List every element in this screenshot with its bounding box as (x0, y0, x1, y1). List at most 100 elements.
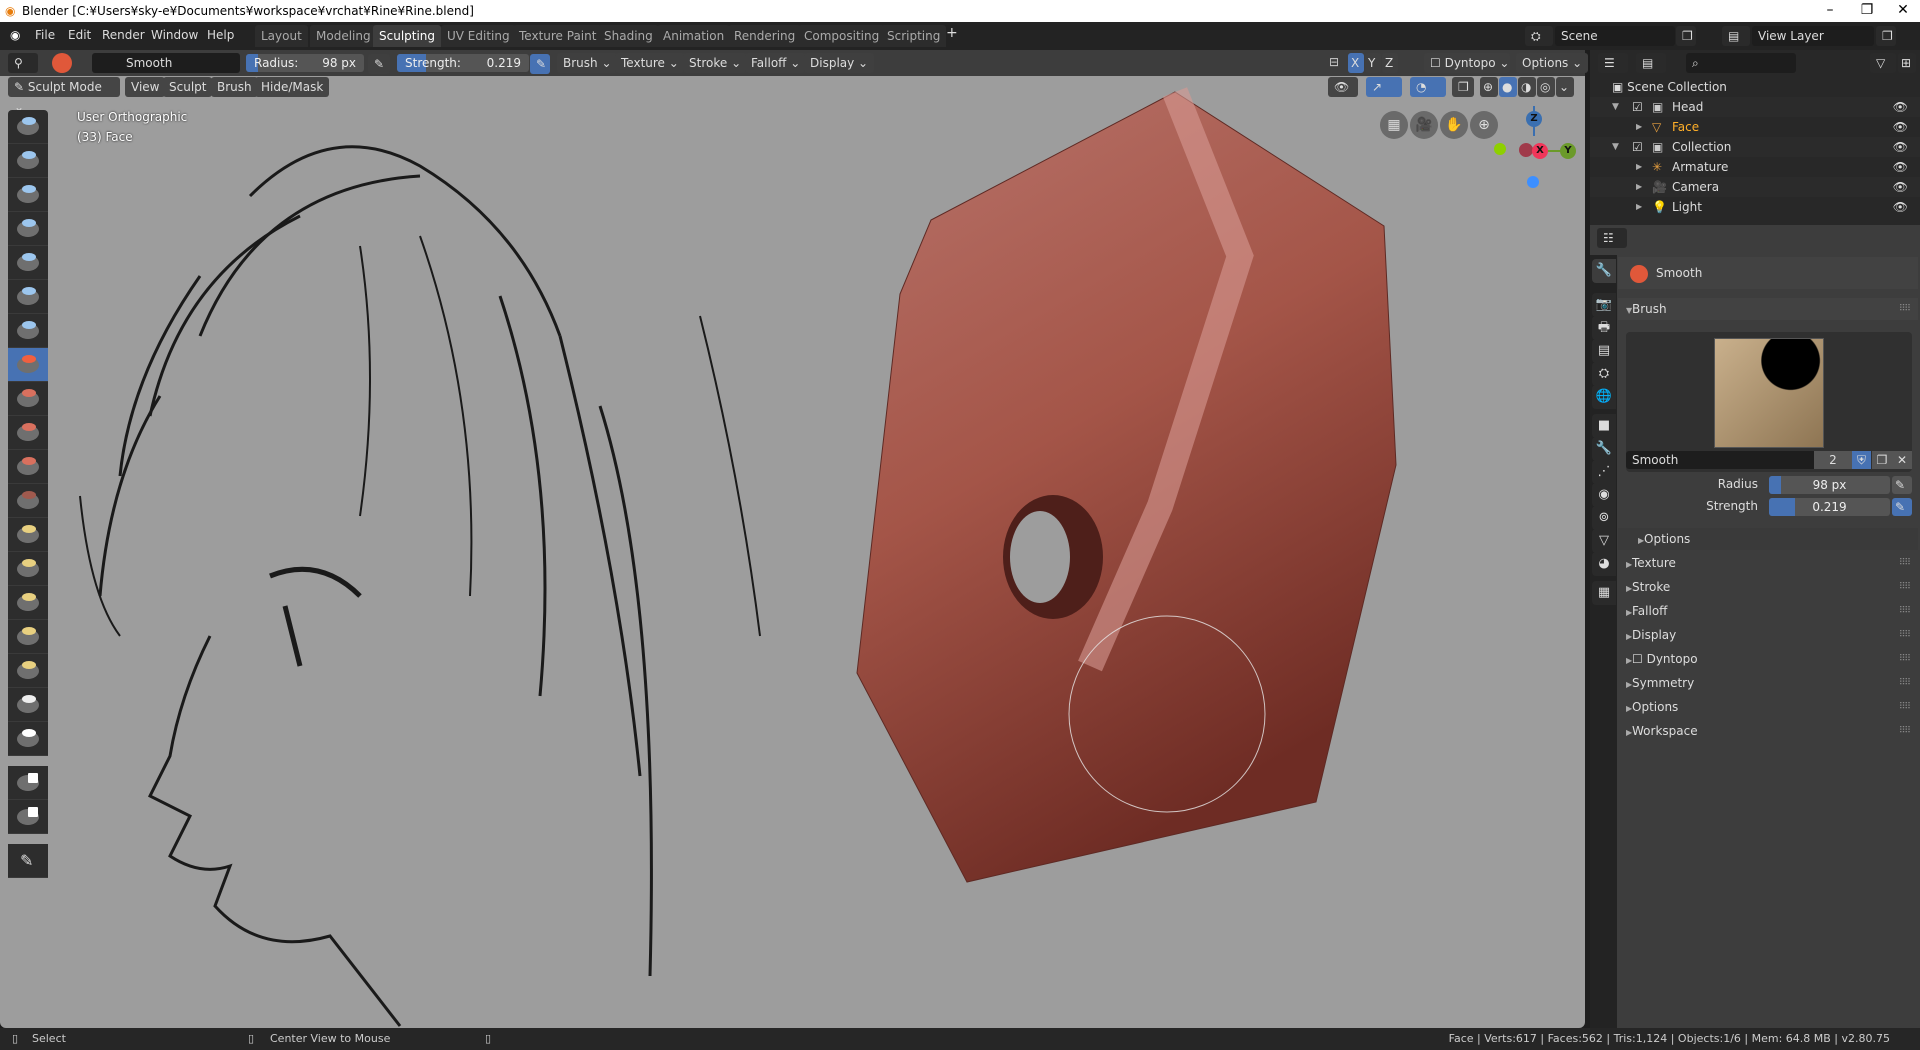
add-workspace-button[interactable]: + (946, 25, 958, 41)
strength-pressure-icon[interactable]: ✎ (1892, 498, 1912, 516)
sculpt-tool-button[interactable] (8, 110, 48, 144)
sculpt-tool-button[interactable] (8, 552, 48, 586)
eye-icon[interactable]: 👁 (1893, 177, 1908, 197)
world-icon[interactable]: 🌐 (1592, 385, 1616, 409)
box-mask-tool-button[interactable] (8, 800, 48, 834)
sculpt-tool-button[interactable] (8, 688, 48, 722)
tab-rendering[interactable]: Rendering (728, 25, 802, 47)
minimize-button[interactable]: – (1815, 2, 1845, 18)
eye-icon[interactable]: 👁 (1893, 197, 1908, 217)
radius-pressure-icon[interactable]: ✎ (1892, 476, 1912, 494)
sculpt-tool-button[interactable] (8, 280, 48, 314)
expand-arrow-icon[interactable]: ▼ (1612, 137, 1619, 157)
brush-name-field[interactable]: Smooth (92, 53, 240, 73)
display-menu[interactable]: Display ⌄ (804, 53, 875, 73)
solid-shading-icon[interactable]: ● (1499, 77, 1517, 97)
sculpt-tool-button[interactable] (8, 484, 48, 518)
panel-workspace[interactable]: ▶Workspace ⠿⠿ (1618, 720, 1918, 742)
dyntopo-checkbox[interactable]: ☐ (1632, 652, 1647, 666)
texture-icon[interactable]: ▦ (1592, 581, 1616, 605)
sculpt-tool-button[interactable] (8, 586, 48, 620)
panel-texture[interactable]: ▶Texture ⠿⠿ (1618, 552, 1918, 574)
menu-window[interactable]: Window (151, 28, 198, 42)
new-view-layer-button[interactable]: ❐ (1876, 26, 1896, 46)
symmetry-x-toggle[interactable]: X (1348, 53, 1364, 73)
outliner-item-armature[interactable]: ▶ ✳ Armature 👁 (1590, 157, 1920, 177)
drag-grip-icon[interactable]: ⠿⠿ (1899, 672, 1911, 694)
menu-render[interactable]: Render (102, 28, 145, 42)
visibility-icon[interactable]: 👁 (1328, 77, 1358, 97)
render-icon[interactable]: 📷 (1592, 293, 1616, 317)
tab-shading[interactable]: Shading (598, 25, 659, 47)
panel-symmetry[interactable]: ▶Symmetry ⠿⠿ (1618, 672, 1918, 694)
menu-brush[interactable]: Brush (211, 77, 258, 97)
overlay-toggle-icon[interactable]: ◔ (1410, 77, 1446, 97)
strength-slider[interactable]: Strength: 0.219 (397, 54, 529, 72)
material-icon[interactable]: ◕ (1592, 552, 1616, 576)
tool-settings-icon[interactable]: ⚲ (8, 53, 38, 73)
brush-thumbnail[interactable] (1714, 338, 1824, 448)
new-scene-button[interactable]: ❐ (1676, 26, 1696, 46)
expand-arrow-icon[interactable]: ▶ (1636, 197, 1642, 217)
zoom-icon[interactable]: ⊕ (1470, 111, 1498, 139)
tab-modeling[interactable]: Modeling (310, 25, 377, 47)
maximize-button[interactable]: ❐ (1852, 2, 1882, 18)
panel-options[interactable]: ▶Options ⠿⠿ (1618, 696, 1918, 718)
stroke-menu[interactable]: Stroke ⌄ (683, 53, 748, 73)
sculpt-tool-button[interactable] (8, 620, 48, 654)
particles-icon[interactable]: ⋰ (1592, 460, 1616, 484)
blender-menu-icon[interactable]: ◉ (10, 28, 20, 42)
brush-panel-header[interactable]: ▼Brush ⠿⠿ (1618, 298, 1918, 320)
menu-hide-mask[interactable]: Hide/Mask (255, 77, 330, 97)
outliner-search-input[interactable]: ⌕ (1686, 53, 1796, 73)
options-subpanel[interactable]: ▶Options (1618, 528, 1918, 550)
drag-grip-icon[interactable]: ⠿⠿ (1899, 552, 1911, 574)
camera-view-icon[interactable]: 🎥 (1410, 111, 1438, 139)
constraints-icon[interactable]: ⊚ (1592, 506, 1616, 530)
sculpt-tool-button[interactable] (8, 416, 48, 450)
tab-animation[interactable]: Animation (657, 25, 731, 47)
gizmo-neg-y-axis[interactable] (1494, 143, 1506, 155)
sculpt-tool-button[interactable] (8, 178, 48, 212)
sculpt-tool-button[interactable] (8, 654, 48, 688)
sculpt-tool-button[interactable] (8, 722, 48, 756)
physics-icon[interactable]: ◉ (1592, 483, 1616, 507)
eye-icon[interactable]: 👁 (1893, 117, 1908, 137)
sculpt-tool-button[interactable] (8, 382, 48, 416)
outliner-item-camera[interactable]: ▶ 🎥 Camera 👁 (1590, 177, 1920, 197)
texture-menu[interactable]: Texture ⌄ (615, 53, 685, 73)
eye-icon[interactable]: 👁 (1893, 97, 1908, 117)
gizmo-y-axis[interactable]: Y (1560, 143, 1576, 159)
editor-type-icon[interactable]: ☷ (1597, 228, 1627, 248)
close-button[interactable]: ✕ (1888, 2, 1918, 18)
brush-menu[interactable]: Brush ⌄ (557, 53, 618, 73)
expand-arrow-icon[interactable]: ▶ (1636, 177, 1642, 197)
sculpt-tool-button[interactable] (8, 144, 48, 178)
menu-view[interactable]: View (125, 77, 166, 97)
3d-viewport[interactable]: ✎ Sculpt Mode ⌄ View Sculpt Brush Hide/M… (0, 76, 1585, 1028)
checkbox[interactable]: ☑ (1632, 137, 1643, 157)
wireframe-shading-icon[interactable]: ⊕ (1480, 77, 1498, 97)
sculpt-tool-button[interactable] (8, 246, 48, 280)
sculpt-tool-button[interactable] (8, 212, 48, 246)
output-icon[interactable]: 🖶 (1592, 316, 1616, 340)
brush-name-field[interactable]: Smooth (1626, 451, 1814, 469)
outliner-item-face[interactable]: ▶ ▽ Face 👁 (1590, 117, 1920, 137)
material-shading-icon[interactable]: ◑ (1518, 77, 1536, 97)
menu-file[interactable]: File (35, 28, 55, 42)
tab-texture-paint[interactable]: Texture Paint (513, 25, 603, 47)
sculpt-tool-button[interactable] (8, 450, 48, 484)
drag-grip-icon[interactable]: ⠿⠿ (1899, 648, 1911, 670)
tab-layout[interactable]: Layout (255, 25, 308, 47)
object-icon[interactable]: ■ (1592, 414, 1616, 438)
radius-slider[interactable]: 98 px (1769, 476, 1890, 494)
mask-tool-button[interactable] (8, 766, 48, 800)
fake-user-shield-icon[interactable]: ⛨ (1852, 451, 1871, 469)
gizmo-neg-x-axis[interactable] (1519, 143, 1533, 157)
options-menu[interactable]: Options ⌄ (1516, 53, 1589, 73)
strength-slider[interactable]: 0.219 (1769, 498, 1890, 516)
tool-icon[interactable]: 🔧 (1592, 259, 1616, 283)
xray-toggle-icon[interactable]: ❐ (1452, 77, 1474, 97)
drag-grip-icon[interactable]: ⠿⠿ (1899, 720, 1911, 742)
outliner-item-head[interactable]: ▼ ☑ ▣ Head 👁 (1590, 97, 1920, 117)
